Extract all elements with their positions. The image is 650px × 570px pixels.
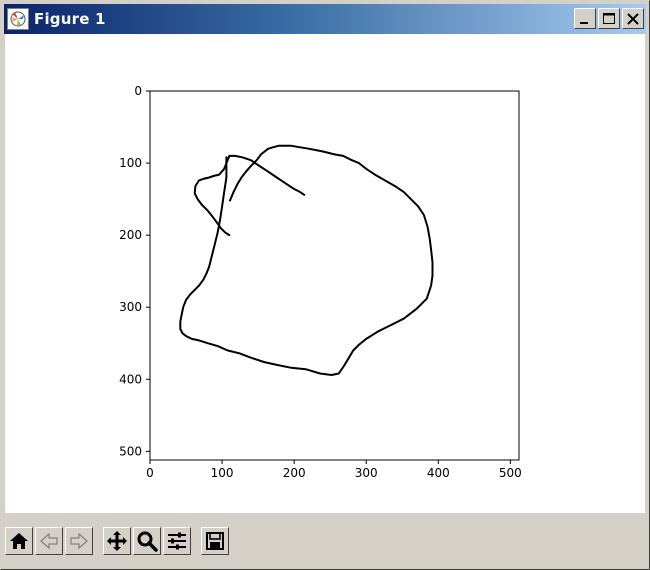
maximize-icon: [603, 12, 615, 24]
forward-button[interactable]: [65, 527, 93, 555]
y-tick-label: 300: [119, 300, 142, 314]
forward-icon: [70, 532, 88, 550]
minimize-button[interactable]: [574, 8, 596, 29]
zoom-icon: [137, 531, 158, 552]
back-icon: [40, 532, 58, 550]
close-button[interactable]: [622, 8, 644, 29]
configure-subplots-icon: [168, 532, 186, 550]
navigation-toolbar: [5, 521, 645, 561]
matplotlib-window: Figure 1 0 100 200 300 400 500 0 100 200…: [0, 0, 650, 570]
x-tick-label: 300: [355, 466, 378, 480]
y-tick-label: 200: [119, 228, 142, 242]
toolbar-separator: [95, 527, 103, 555]
x-tick-label: 400: [427, 466, 450, 480]
figure-canvas[interactable]: 0 100 200 300 400 500 0 100 200 300 400 500: [5, 34, 645, 513]
window-controls: [574, 8, 644, 29]
matplotlib-app-icon: [7, 8, 29, 30]
y-tick-label: 400: [119, 372, 142, 386]
y-tick-label: 500: [119, 444, 142, 458]
window-title: Figure 1: [34, 10, 106, 28]
maximize-button[interactable]: [598, 8, 620, 29]
save-icon: [206, 532, 224, 550]
x-tick-label: 100: [211, 466, 234, 480]
title-bar[interactable]: Figure 1: [4, 4, 646, 34]
x-tick-label: 200: [283, 466, 306, 480]
save-button[interactable]: [201, 527, 229, 555]
y-tick-label: 100: [119, 156, 142, 170]
x-tick-label: 500: [499, 466, 522, 480]
close-icon: [627, 12, 639, 25]
back-button[interactable]: [35, 527, 63, 555]
pan-icon: [107, 531, 127, 551]
home-button[interactable]: [5, 527, 33, 555]
toolbar-separator: [193, 527, 201, 555]
plot-svg: 0 100 200 300 400 500 0 100 200 300 400 500: [119, 84, 522, 480]
minimize-icon: [580, 21, 588, 24]
y-tick-label: 0: [134, 84, 142, 98]
home-icon: [10, 533, 28, 549]
configure-subplots-button[interactable]: [163, 527, 191, 555]
x-tick-label: 0: [146, 466, 154, 480]
pan-button[interactable]: [103, 527, 131, 555]
zoom-button[interactable]: [133, 527, 161, 555]
